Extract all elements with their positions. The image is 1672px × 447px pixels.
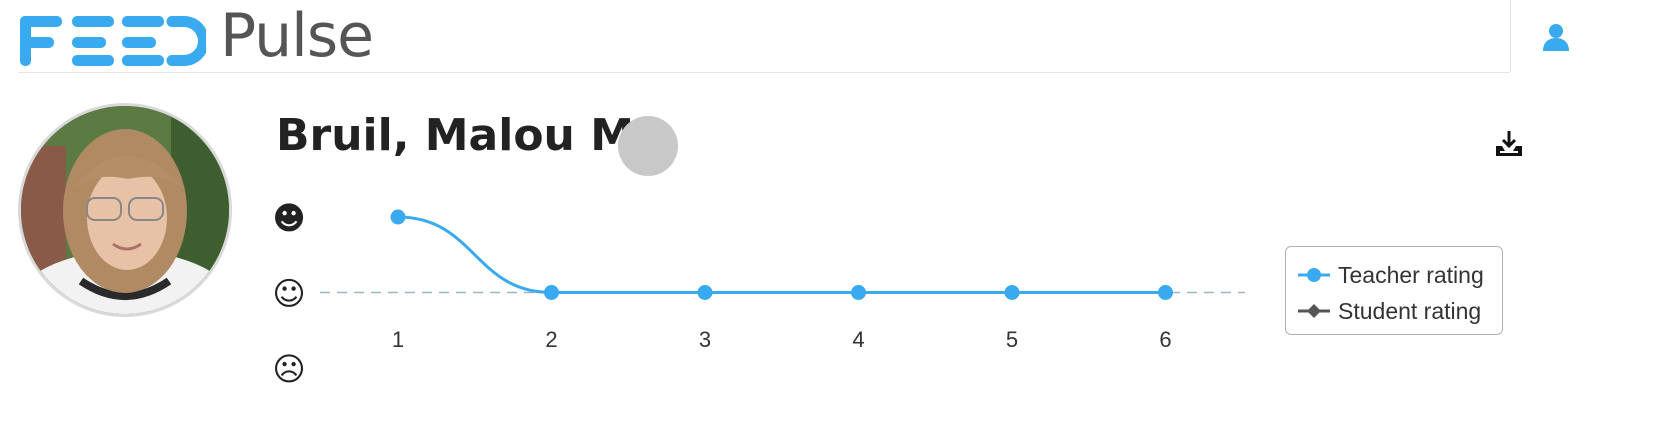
student-photo <box>21 106 229 314</box>
y-axis-label-2: ☻ <box>272 199 305 237</box>
series-line-0 <box>397 215 1166 294</box>
download-icon <box>1496 131 1522 156</box>
logo-feed-wordmark <box>18 12 206 68</box>
x-tick-label-6: 6 <box>1159 327 1171 352</box>
rating-chart: ☹ ☺ ☻ 1 2 3 4 5 6 <box>272 199 1245 388</box>
y-axis-label-0: ☹ <box>272 350 305 388</box>
user-icon <box>1543 24 1569 51</box>
x-tick-label-2: 2 <box>545 327 557 352</box>
legend-item-teacher[interactable]: Teacher rating <box>1298 261 1484 289</box>
legend-student-marker-icon <box>1298 304 1330 318</box>
feed-logo-icon <box>20 16 206 66</box>
series-0-point-1 <box>390 209 406 225</box>
status-indicator <box>618 116 678 176</box>
chart-legend: Teacher rating Student rating <box>1285 246 1503 335</box>
series-0-point-5 <box>1004 285 1020 300</box>
series-0-point-3 <box>697 285 713 300</box>
y-axis-label-1: ☺ <box>272 275 305 313</box>
x-tick-label-4: 4 <box>852 327 864 352</box>
app-header: Pulse <box>18 0 1510 73</box>
download-button[interactable] <box>1492 128 1526 162</box>
legend-student-label: Student rating <box>1338 297 1482 324</box>
legend-item-student[interactable]: Student rating <box>1298 297 1481 325</box>
series-0-point-6 <box>1158 285 1173 300</box>
series-0-point-4 <box>851 285 866 300</box>
legend-teacher-marker-icon <box>1298 268 1330 282</box>
legend-teacher-label: Teacher rating <box>1338 261 1484 288</box>
logo-pulse-text: Pulse <box>220 1 374 71</box>
x-tick-label-3: 3 <box>699 327 711 352</box>
student-name: Bruil, Malou M. <box>276 110 651 161</box>
feedpulse-logo[interactable]: Pulse <box>18 1 374 71</box>
user-menu-button[interactable] <box>1510 0 1672 72</box>
avatar <box>18 103 232 317</box>
series-0-point-2 <box>544 285 559 300</box>
x-tick-label-5: 5 <box>1006 327 1018 352</box>
x-tick-label-1: 1 <box>392 327 404 352</box>
